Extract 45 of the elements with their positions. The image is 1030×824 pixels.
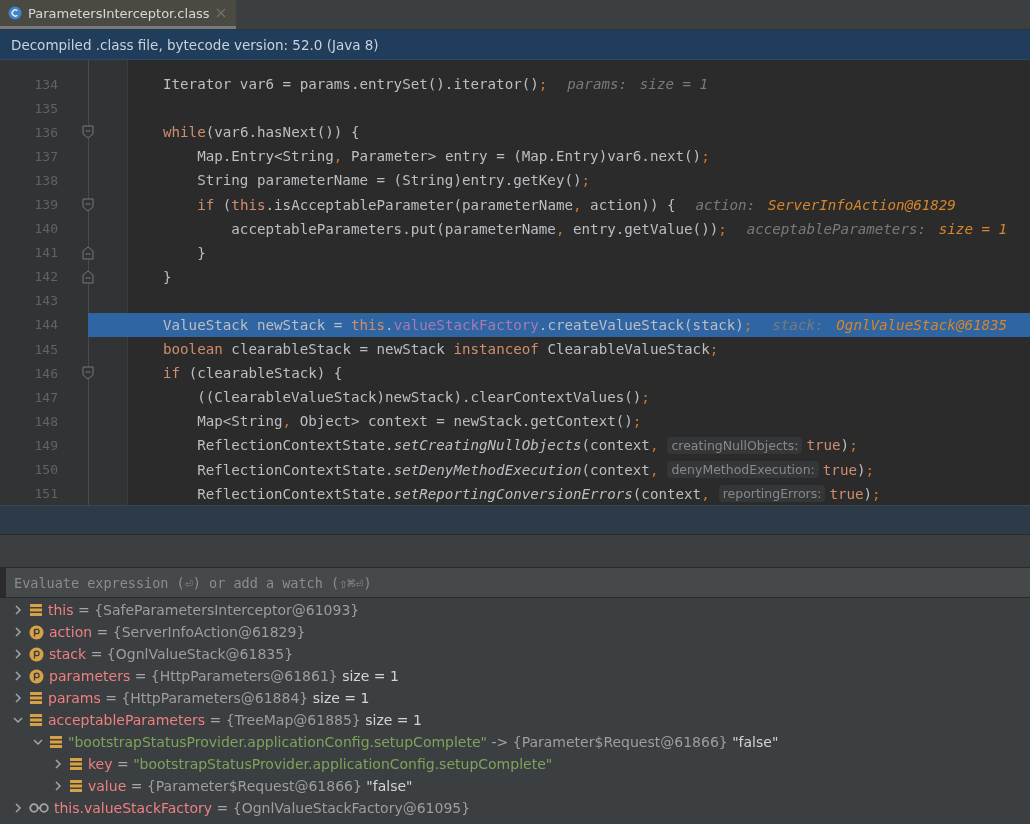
- code-line: if (clearableStack) {: [162, 365, 343, 382]
- code-line: boolean clearableStack = newStack instanceof ClearableValueStack;: [162, 341, 719, 358]
- variable-text[interactable]: this.valueStackFactory = {OgnlValueStackFactory@61095}: [54, 800, 471, 816]
- code-line: Map.Entry<String, Parameter> entry = (Map.Entry)var6.next();: [196, 148, 710, 165]
- variable-text[interactable]: action = {ServerInfoAction@61829}: [49, 624, 306, 640]
- code-line: while(var6.hasNext()) {: [162, 124, 360, 141]
- variable-text[interactable]: key = "bootstrapStatusProvider.applicationConfig.setupComplete": [88, 756, 553, 772]
- variable-text[interactable]: this = {SafeParametersInterceptor@61093}: [48, 602, 360, 618]
- code-line: acceptableParameters.put(parameterName, entry.getValue()); acceptableParameters: size = 1: [230, 220, 1008, 237]
- chevron-right-icon[interactable]: [52, 758, 64, 770]
- decompiled-banner: Decompiled .class file, bytecode version: 52.0 (Java 8): [0, 30, 1030, 60]
- variable-text[interactable]: params = {HttpParameters@61884} size = 1: [48, 690, 370, 706]
- editor-tab[interactable]: ParametersInterceptor.class: [0, 0, 236, 29]
- chevron-right-icon[interactable]: [12, 626, 24, 638]
- code-line: }: [196, 244, 206, 261]
- chevron-down-icon[interactable]: [12, 714, 24, 726]
- chevron-down-icon[interactable]: [32, 736, 44, 748]
- chevron-right-icon[interactable]: [52, 780, 64, 792]
- code-line: ReflectionContextState.setReportingConversionErrors(context, reportingErrors: true);: [196, 485, 881, 503]
- variable-text[interactable]: acceptableParameters = {TreeMap@61885} size = 1: [48, 712, 422, 728]
- code-line: ValueStack newStack = this.valueStackFactory.createValueStack(stack); stack: OgnlValueStack@61835: [162, 317, 1008, 333]
- code-line: ReflectionContextState.setDenyMethodExecution(context, denyMethodExecution: true);: [196, 461, 875, 479]
- chevron-right-icon[interactable]: [12, 692, 24, 704]
- fold-marker-icon[interactable]: [82, 125, 94, 140]
- fold-marker-icon[interactable]: [82, 197, 94, 212]
- chevron-right-icon[interactable]: [12, 648, 24, 660]
- variable-text[interactable]: value = {Parameter$Request@61866} "false": [88, 778, 413, 794]
- code-line: Iterator var6 = params.entrySet().iterator(); params: size = 1: [162, 76, 709, 93]
- code-line: if (this.isAcceptableParameter(parameterName, action)) { action: ServerInfoAction@61829: [196, 196, 956, 213]
- code-line: ((ClearableValueStack)newStack).clearContextValues();: [196, 389, 650, 406]
- code-line: }: [162, 268, 172, 285]
- variable-text[interactable]: stack = {OgnlValueStack@61835}: [49, 646, 294, 662]
- chevron-right-icon[interactable]: [12, 802, 24, 814]
- chevron-right-icon[interactable]: [12, 670, 24, 682]
- class-file-icon: [8, 6, 22, 20]
- evaluate-expression-field[interactable]: Evaluate expression (⏎) or add a watch (⇧⌘⏎): [6, 568, 1030, 598]
- code-line: ReflectionContextState.setCreatingNullObjects(context, creatingNullObjects: true);: [196, 436, 858, 454]
- variable-text[interactable]: parameters = {HttpParameters@61861} size = 1: [49, 668, 399, 684]
- fold-marker-icon[interactable]: [82, 269, 94, 284]
- code-line: String parameterName = (String)entry.getKey();: [196, 172, 591, 189]
- fold-marker-icon[interactable]: [82, 245, 94, 260]
- variable-text[interactable]: "bootstrapStatusProvider.applicationConfig.setupComplete" -> {Parameter$Request@61866} "false": [68, 734, 779, 750]
- code-line: Map<String, Object> context = newStack.getContext();: [196, 413, 642, 430]
- chevron-right-icon[interactable]: [12, 604, 24, 616]
- fold-marker-icon[interactable]: [82, 366, 94, 381]
